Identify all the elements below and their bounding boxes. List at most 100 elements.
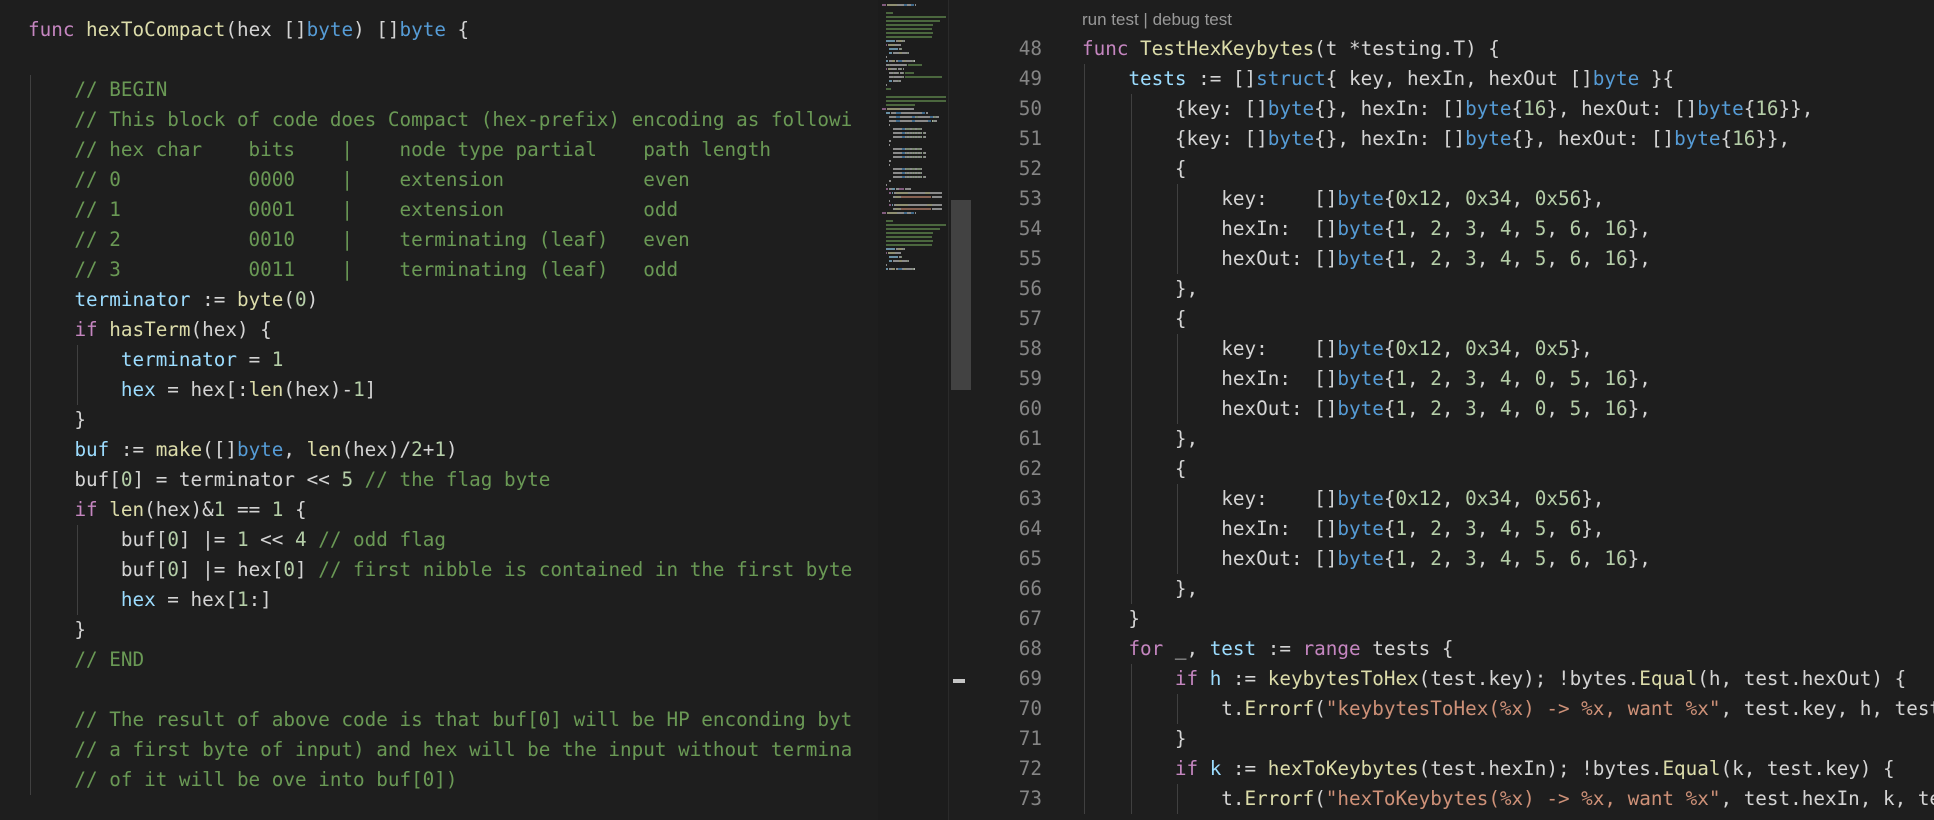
minimap-token	[889, 260, 892, 262]
code-line[interactable]: t.Errorf("hexToKeybytes(%x) -> %x, want …	[1082, 784, 1934, 814]
minimap-token	[885, 16, 946, 18]
code-line[interactable]: terminator := byte(0)	[28, 285, 318, 315]
minimap-token	[899, 80, 901, 82]
minimap-token	[889, 52, 892, 54]
minimap-token	[924, 136, 927, 138]
code-line[interactable]: hexIn: []byte{1, 2, 3, 4, 5, 6, 16},	[1082, 214, 1651, 244]
minimap-token	[900, 108, 915, 110]
code-line[interactable]: },	[1082, 274, 1198, 304]
code-line[interactable]: tests := []struct{ key, hexIn, hexOut []…	[1082, 64, 1674, 94]
line-number: 62	[1018, 457, 1042, 480]
minimap[interactable]	[878, 0, 948, 820]
minimap-token	[908, 52, 909, 54]
minimap-token	[894, 252, 901, 254]
code-line[interactable]: buf[0] = terminator << 5 // the flag byt…	[28, 465, 550, 495]
right-editor-pane[interactable]: run test | debug test 48 49 50 51 52 53 54 55 56…	[972, 0, 1934, 820]
left-editor-pane[interactable]: func hexToCompact(hex []byte) []byte { /…	[0, 0, 878, 820]
line-number: 68	[1018, 637, 1042, 660]
code-line[interactable]: {	[1082, 304, 1187, 334]
code-line[interactable]: // of it will be ove into buf[0])	[28, 765, 457, 795]
minimap-token	[889, 256, 899, 258]
debug-test-link[interactable]: debug test	[1153, 10, 1232, 29]
code-line[interactable]: // 2 0010 | terminating (leaf) even	[28, 225, 689, 255]
minimap-token	[921, 112, 926, 114]
code-line[interactable]: buf[0] |= 1 << 4 // odd flag	[28, 525, 446, 555]
minimap-token	[885, 236, 933, 238]
minimap-token	[889, 144, 891, 146]
code-line[interactable]: key: []byte{0x12, 0x34, 0x5},	[1082, 334, 1593, 364]
minimap-token	[931, 196, 942, 198]
line-number: 48	[1018, 37, 1042, 60]
codelens: run test | debug test	[1082, 8, 1232, 32]
code-line[interactable]: }	[1082, 724, 1187, 754]
minimap-token	[891, 188, 896, 190]
codelens-separator: |	[1138, 10, 1153, 29]
code-line[interactable]: hexOut: []byte{1, 2, 3, 4, 5, 6, 16},	[1082, 544, 1651, 574]
code-line[interactable]: // 0 0000 | extension even	[28, 165, 689, 195]
minimap-token	[889, 124, 891, 126]
code-line[interactable]: func TestHexKeybytes(t *testing.T) {	[1082, 34, 1500, 64]
code-line[interactable]: for _, test := range tests {	[1082, 634, 1453, 664]
minimap-token	[924, 176, 927, 178]
code-line[interactable]: {	[1082, 154, 1187, 184]
code-line[interactable]: hexOut: []byte{1, 2, 3, 4, 0, 5, 16},	[1082, 394, 1651, 424]
minimap-token	[892, 176, 902, 178]
minimap-token	[898, 72, 900, 74]
code-line[interactable]: func hexToCompact(hex []byte) []byte {	[28, 15, 469, 45]
minimap-token	[902, 72, 904, 74]
minimap-token	[900, 112, 922, 114]
code-line[interactable]: }	[28, 405, 86, 435]
code-line[interactable]: // a first byte of input) and hex will b…	[28, 735, 852, 765]
code-line[interactable]: {key: []byte{}, hexIn: []byte{16}, hexOu…	[1082, 94, 1814, 124]
code-line[interactable]: hex = hex[:len(hex)-1]	[28, 375, 376, 405]
code-line[interactable]: if hasTerm(hex) {	[28, 315, 271, 345]
minimap-token	[915, 4, 917, 6]
code-line[interactable]: }	[28, 615, 86, 645]
code-line[interactable]: if len(hex)&1 == 1 {	[28, 495, 306, 525]
code-line[interactable]: // The result of above code is that buf[…	[28, 705, 852, 735]
code-line[interactable]: key: []byte{0x12, 0x34, 0x56},	[1082, 484, 1604, 514]
line-number: 58	[1018, 337, 1042, 360]
code-line[interactable]: },	[1082, 574, 1198, 604]
code-line[interactable]: hexIn: []byte{1, 2, 3, 4, 0, 5, 16},	[1082, 364, 1651, 394]
scrollbar-thumb[interactable]	[951, 200, 971, 390]
code-line[interactable]: hexIn: []byte{1, 2, 3, 4, 5, 6},	[1082, 514, 1604, 544]
code-line[interactable]: if k := hexToKeybytes(test.hexIn); !byte…	[1082, 754, 1895, 784]
code-line[interactable]: // This block of code does Compact (hex-…	[28, 105, 852, 135]
code-line[interactable]: // 1 0001 | extension odd	[28, 195, 678, 225]
line-number: 66	[1018, 577, 1042, 600]
run-test-link[interactable]: run test	[1082, 10, 1139, 29]
code-line[interactable]: buf := make([]byte, len(hex)/2+1)	[28, 435, 457, 465]
code-line[interactable]: // hex char bits | node type partial pat…	[28, 135, 771, 165]
code-line[interactable]: {key: []byte{}, hexIn: []byte{}, hexOut:…	[1082, 124, 1790, 154]
vertical-scrollbar[interactable]	[948, 0, 973, 820]
minimap-token	[885, 264, 887, 266]
code-line[interactable]: buf[0] |= hex[0] // first nibble is cont…	[28, 555, 852, 585]
code-line[interactable]: {	[1082, 454, 1187, 484]
minimap-token	[882, 108, 886, 110]
minimap-token	[900, 256, 902, 258]
minimap-token	[900, 48, 902, 50]
minimap-token	[885, 100, 946, 102]
minimap-token	[899, 188, 904, 190]
code-line[interactable]: if h := keybytesToHex(test.key); !bytes.…	[1082, 664, 1906, 694]
code-line[interactable]: // 3 0011 | terminating (leaf) odd	[28, 255, 678, 285]
minimap-token	[885, 240, 934, 242]
minimap-token	[885, 188, 889, 190]
code-line[interactable]: },	[1082, 424, 1198, 454]
minimap-token	[886, 212, 898, 214]
code-line[interactable]: key: []byte{0x12, 0x34, 0x56},	[1082, 184, 1604, 214]
minimap-token	[924, 156, 927, 158]
minimap-token	[900, 120, 912, 122]
code-line[interactable]: t.Errorf("keybytesToHex(%x) -> %x, want …	[1082, 694, 1934, 724]
minimap-token	[931, 208, 942, 210]
line-number: 63	[1018, 487, 1042, 510]
code-line[interactable]: }	[1082, 604, 1140, 634]
code-line[interactable]: // BEGIN	[28, 75, 167, 105]
minimap-token	[892, 128, 902, 130]
code-line[interactable]: hexOut: []byte{1, 2, 3, 4, 5, 6, 16},	[1082, 244, 1651, 274]
code-line[interactable]: terminator = 1	[28, 345, 284, 375]
minimap-token	[885, 88, 891, 90]
code-line[interactable]: hex = hex[1:]	[28, 585, 272, 615]
code-line[interactable]: // END	[28, 645, 144, 675]
